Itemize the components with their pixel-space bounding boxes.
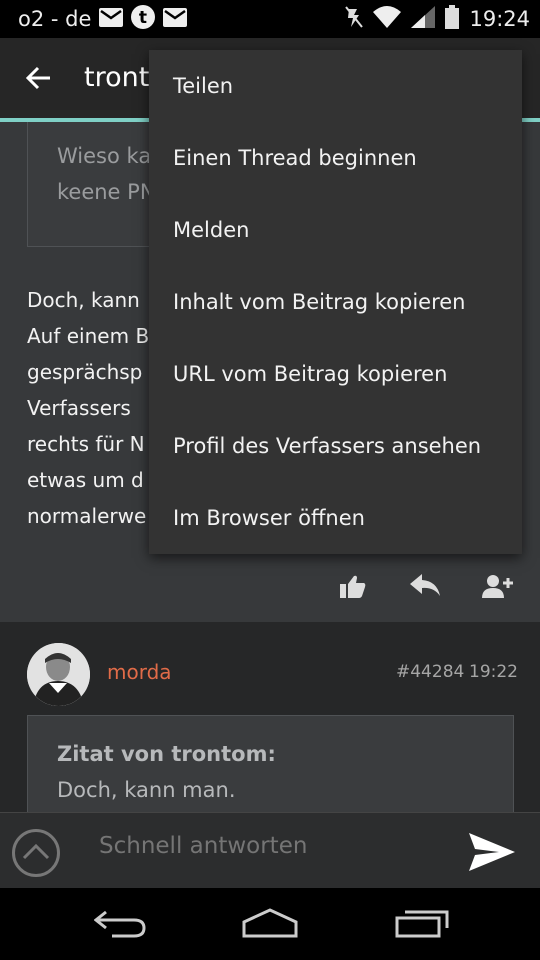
post-card: morda #44284 19:22 Zitat von trontom: Do… (0, 622, 540, 825)
menu-item-copy-content[interactable]: Inhalt vom Beitrag kopieren (149, 266, 522, 338)
quote-line: keene PN (57, 180, 156, 204)
clock: 19:24 (469, 7, 530, 31)
system-nav-bar (0, 888, 540, 960)
send-icon[interactable] (469, 833, 515, 875)
carrier-label: o2 - de (18, 7, 92, 31)
status-bar: o2 - de t 19:24 (0, 0, 540, 38)
quote-header: Zitat von trontom: (57, 742, 276, 766)
quote-line: Wieso ka (57, 144, 152, 168)
menu-item-report[interactable]: Melden (149, 194, 522, 266)
home-nav-icon[interactable] (242, 908, 298, 942)
menu-item-view-profile[interactable]: Profil des Verfassers ansehen (149, 410, 522, 482)
reply-icon[interactable] (410, 574, 440, 600)
like-icon[interactable] (340, 574, 366, 602)
quote-block: Zitat von trontom: Doch, kann man. (27, 715, 514, 825)
chevron-up-icon (22, 843, 50, 860)
signal-icon (411, 6, 436, 32)
tumblr-icon: t (131, 5, 156, 33)
recents-nav-icon[interactable] (395, 908, 449, 942)
menu-item-copy-url[interactable]: URL vom Beitrag kopieren (149, 338, 522, 410)
menu-item-open-browser[interactable]: Im Browser öffnen (149, 482, 522, 554)
expand-reply-button[interactable] (12, 829, 60, 877)
quick-reply-input[interactable] (99, 833, 439, 859)
menu-item-start-thread[interactable]: Einen Thread beginnen (149, 122, 522, 194)
mail-icon (163, 7, 188, 31)
menu-item-share[interactable]: Teilen (149, 50, 522, 122)
author-name[interactable]: morda (107, 660, 172, 684)
back-nav-icon[interactable] (93, 908, 146, 942)
mail-icon (99, 7, 124, 31)
battery-icon (445, 5, 460, 33)
wifi-icon (373, 6, 402, 32)
post-timestamp: 19:22 (469, 662, 518, 682)
post-number: #44284 (396, 662, 465, 682)
quick-reply-bar (0, 812, 540, 888)
svg-text:t: t (139, 8, 147, 28)
mute-icon (345, 5, 364, 33)
back-arrow-icon[interactable] (25, 66, 52, 94)
add-user-icon[interactable] (482, 574, 514, 602)
overflow-menu: Teilen Einen Thread beginnen Melden Inha… (149, 50, 522, 554)
quote-text: Doch, kann man. (57, 778, 236, 802)
avatar[interactable] (27, 643, 90, 706)
